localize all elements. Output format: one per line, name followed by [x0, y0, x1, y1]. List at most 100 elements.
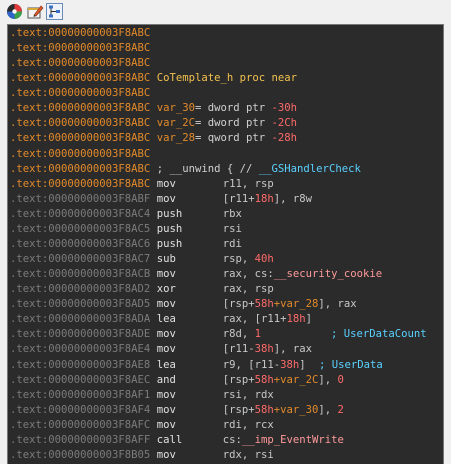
instruction-line[interactable]: .text:00000000003F8B05 mov rdx, rsi: [10, 448, 274, 463]
variable-type: = dword ptr: [195, 102, 272, 115]
unwind-line[interactable]: .text:00000000003F8ABC ; __unwind { // _…: [10, 162, 361, 177]
operand-number: 0: [337, 373, 344, 386]
operand: rdi, rcx: [222, 418, 274, 431]
variable-name: var_30: [156, 102, 195, 115]
instruction-address: .text:00000000003F8AFF: [10, 433, 151, 446]
operand: cs:: [222, 433, 242, 446]
instruction-line[interactable]: .text:00000000003F8AC4 push rbx: [10, 207, 242, 222]
mnemonic: mov: [156, 418, 176, 431]
operand: rax, rsp: [222, 283, 274, 296]
mnemonic: mov: [156, 403, 176, 416]
colored-circle-icon: [6, 3, 23, 20]
line-address: .text:00000000003F8ABC: [10, 162, 151, 175]
instruction-line[interactable]: .text:00000000003F8AC5 push rsi: [10, 222, 242, 237]
instruction-line[interactable]: .text:00000000003F8ABC mov r11, rsp: [10, 177, 274, 192]
instruction-address: .text:00000000003F8ADA: [10, 313, 151, 326]
instruction-address: .text:00000000003F8AF1: [10, 388, 151, 401]
listing-line[interactable]: .text:00000000003F8ABC: [10, 147, 150, 162]
operand: ]: [299, 358, 306, 371]
instruction-address: .text:00000000003F8ACB: [10, 268, 151, 281]
instruction-line[interactable]: .text:00000000003F8ADE mov r8d, 1 ; UserDa…: [10, 327, 427, 342]
mnemonic: push: [156, 237, 183, 250]
graph-overview-button[interactable]: [6, 3, 23, 20]
mnemonic: sub: [156, 253, 176, 266]
graph-view-button[interactable]: [46, 3, 63, 20]
operand: r11, rsp: [222, 177, 274, 190]
instruction-line[interactable]: .text:00000000003F8AFC mov rdi, rcx: [10, 418, 274, 433]
instruction-line[interactable]: .text:00000000003F8AEC and [rsp+58h+var_2…: [10, 373, 344, 388]
operand-number: 38h: [254, 343, 274, 356]
mnemonic: mov: [156, 298, 176, 311]
line-address: .text:00000000003F8ABC: [10, 117, 151, 130]
line-address: .text:00000000003F8ABC: [10, 132, 151, 145]
instruction-line[interactable]: .text:00000000003F8AF4 mov [rsp+58h+var_3…: [10, 403, 344, 418]
instruction-address: .text:00000000003F8AD5: [10, 298, 151, 311]
mnemonic: mov: [156, 343, 176, 356]
instruction-line[interactable]: .text:00000000003F8ABF mov [r11+18h], r8w: [10, 192, 312, 207]
disassembly-view[interactable]: .text:00000000003F8ABC .text:00000000003F…: [7, 24, 444, 464]
instruction-line[interactable]: .text:00000000003F8AE4 mov [r11-38h], rax: [10, 342, 312, 357]
instruction-address: .text:00000000003F8AC7: [10, 253, 151, 266]
operand: rax, cs:: [222, 268, 274, 281]
line-address: .text:00000000003F8ABC: [10, 87, 151, 100]
instruction-comment: ; UserData: [319, 358, 383, 371]
variable-type: = dword ptr: [195, 117, 272, 130]
operand: [rsp+: [222, 403, 255, 416]
mnemonic: mov: [156, 448, 176, 461]
instruction-address: .text:00000000003F8AE8: [10, 358, 151, 371]
instruction-address: .text:00000000003F8AFC: [10, 418, 151, 431]
variable-name: var_28: [156, 132, 195, 145]
operand: ],: [318, 403, 338, 416]
listing-line[interactable]: .text:00000000003F8ABC: [10, 41, 150, 56]
operand-number: 18h: [254, 192, 274, 205]
operand-number: 58h: [254, 403, 274, 416]
edit-button[interactable]: [27, 3, 44, 20]
listing-line[interactable]: .text:00000000003F8ABC: [10, 86, 150, 101]
stack-variable-line[interactable]: .text:00000000003F8ABC var_2C= dword ptr…: [10, 116, 297, 131]
instruction-address: .text:00000000003F8AC5: [10, 222, 151, 235]
instruction-line[interactable]: .text:00000000003F8AD2 xor rax, rsp: [10, 282, 274, 297]
operand: ], rax: [318, 298, 357, 311]
instruction-line[interactable]: .text:00000000003F8AD5 mov [rsp+58h+var_2…: [10, 297, 357, 312]
variable-type: = qword ptr: [195, 132, 272, 145]
variable-name: var_2C: [156, 117, 195, 130]
instruction-line[interactable]: .text:00000000003F8AFF call cs:__imp_Even…: [10, 433, 344, 448]
operand-symbol: __security_cookie: [273, 268, 383, 281]
operand-symbol: __imp_EventWrite: [241, 433, 344, 446]
operand-number: 18h: [286, 313, 306, 326]
mnemonic: push: [156, 222, 183, 235]
variable-offset: -30h: [271, 102, 298, 115]
instruction-address: .text:00000000003F8ABF: [10, 192, 151, 205]
instruction-address: .text:00000000003F8ABC: [10, 177, 151, 190]
instruction-line[interactable]: .text:00000000003F8AC6 push rdi: [10, 237, 242, 252]
instruction-line[interactable]: .text:00000000003F8AE8 lea r9, [r11-38h];…: [10, 358, 383, 373]
variable-offset: -28h: [271, 132, 298, 145]
stack-variable-line[interactable]: .text:00000000003F8ABC var_28= qword ptr…: [10, 131, 297, 146]
stack-variable-line[interactable]: .text:00000000003F8ABC var_30= dword ptr…: [10, 101, 297, 116]
mnemonic: mov: [156, 268, 176, 281]
mnemonic: call: [156, 433, 183, 446]
listing-line[interactable]: .text:00000000003F8ABC: [10, 26, 150, 41]
instruction-line[interactable]: .text:00000000003F8AC7 sub rsp, 40h: [10, 252, 274, 267]
operand: ],: [318, 373, 338, 386]
line-address: .text:00000000003F8ABC: [10, 27, 151, 39]
pencil-window-icon: [27, 3, 44, 20]
operand-variable: +var_30: [273, 403, 319, 416]
instruction-line[interactable]: .text:00000000003F8AF1 mov rsi, rdx: [10, 388, 274, 403]
unwind-comment: ; __unwind { //: [156, 162, 259, 175]
operand: rax, [r11+: [222, 313, 287, 326]
operand-number: 38h: [280, 358, 300, 371]
mnemonic: mov: [156, 328, 176, 341]
instruction-line[interactable]: .text:00000000003F8ACB mov rax, cs:__secu…: [10, 267, 382, 282]
mnemonic: mov: [156, 177, 176, 190]
operand-variable: +var_2C: [273, 373, 319, 386]
instruction-line[interactable]: .text:00000000003F8ADA lea rax, [r11+18h]: [10, 312, 312, 327]
operand: rbx: [222, 207, 242, 220]
instruction-address: .text:00000000003F8AE4: [10, 343, 151, 356]
operand: ]: [305, 313, 313, 326]
instruction-address: .text:00000000003F8AC6: [10, 237, 151, 250]
proc-declaration-line[interactable]: .text:00000000003F8ABC CoTemplate_h proc…: [10, 71, 297, 86]
mnemonic: mov: [156, 388, 176, 401]
listing-line[interactable]: .text:00000000003F8ABC: [10, 56, 150, 71]
instruction-address: .text:00000000003F8AEC: [10, 373, 151, 386]
